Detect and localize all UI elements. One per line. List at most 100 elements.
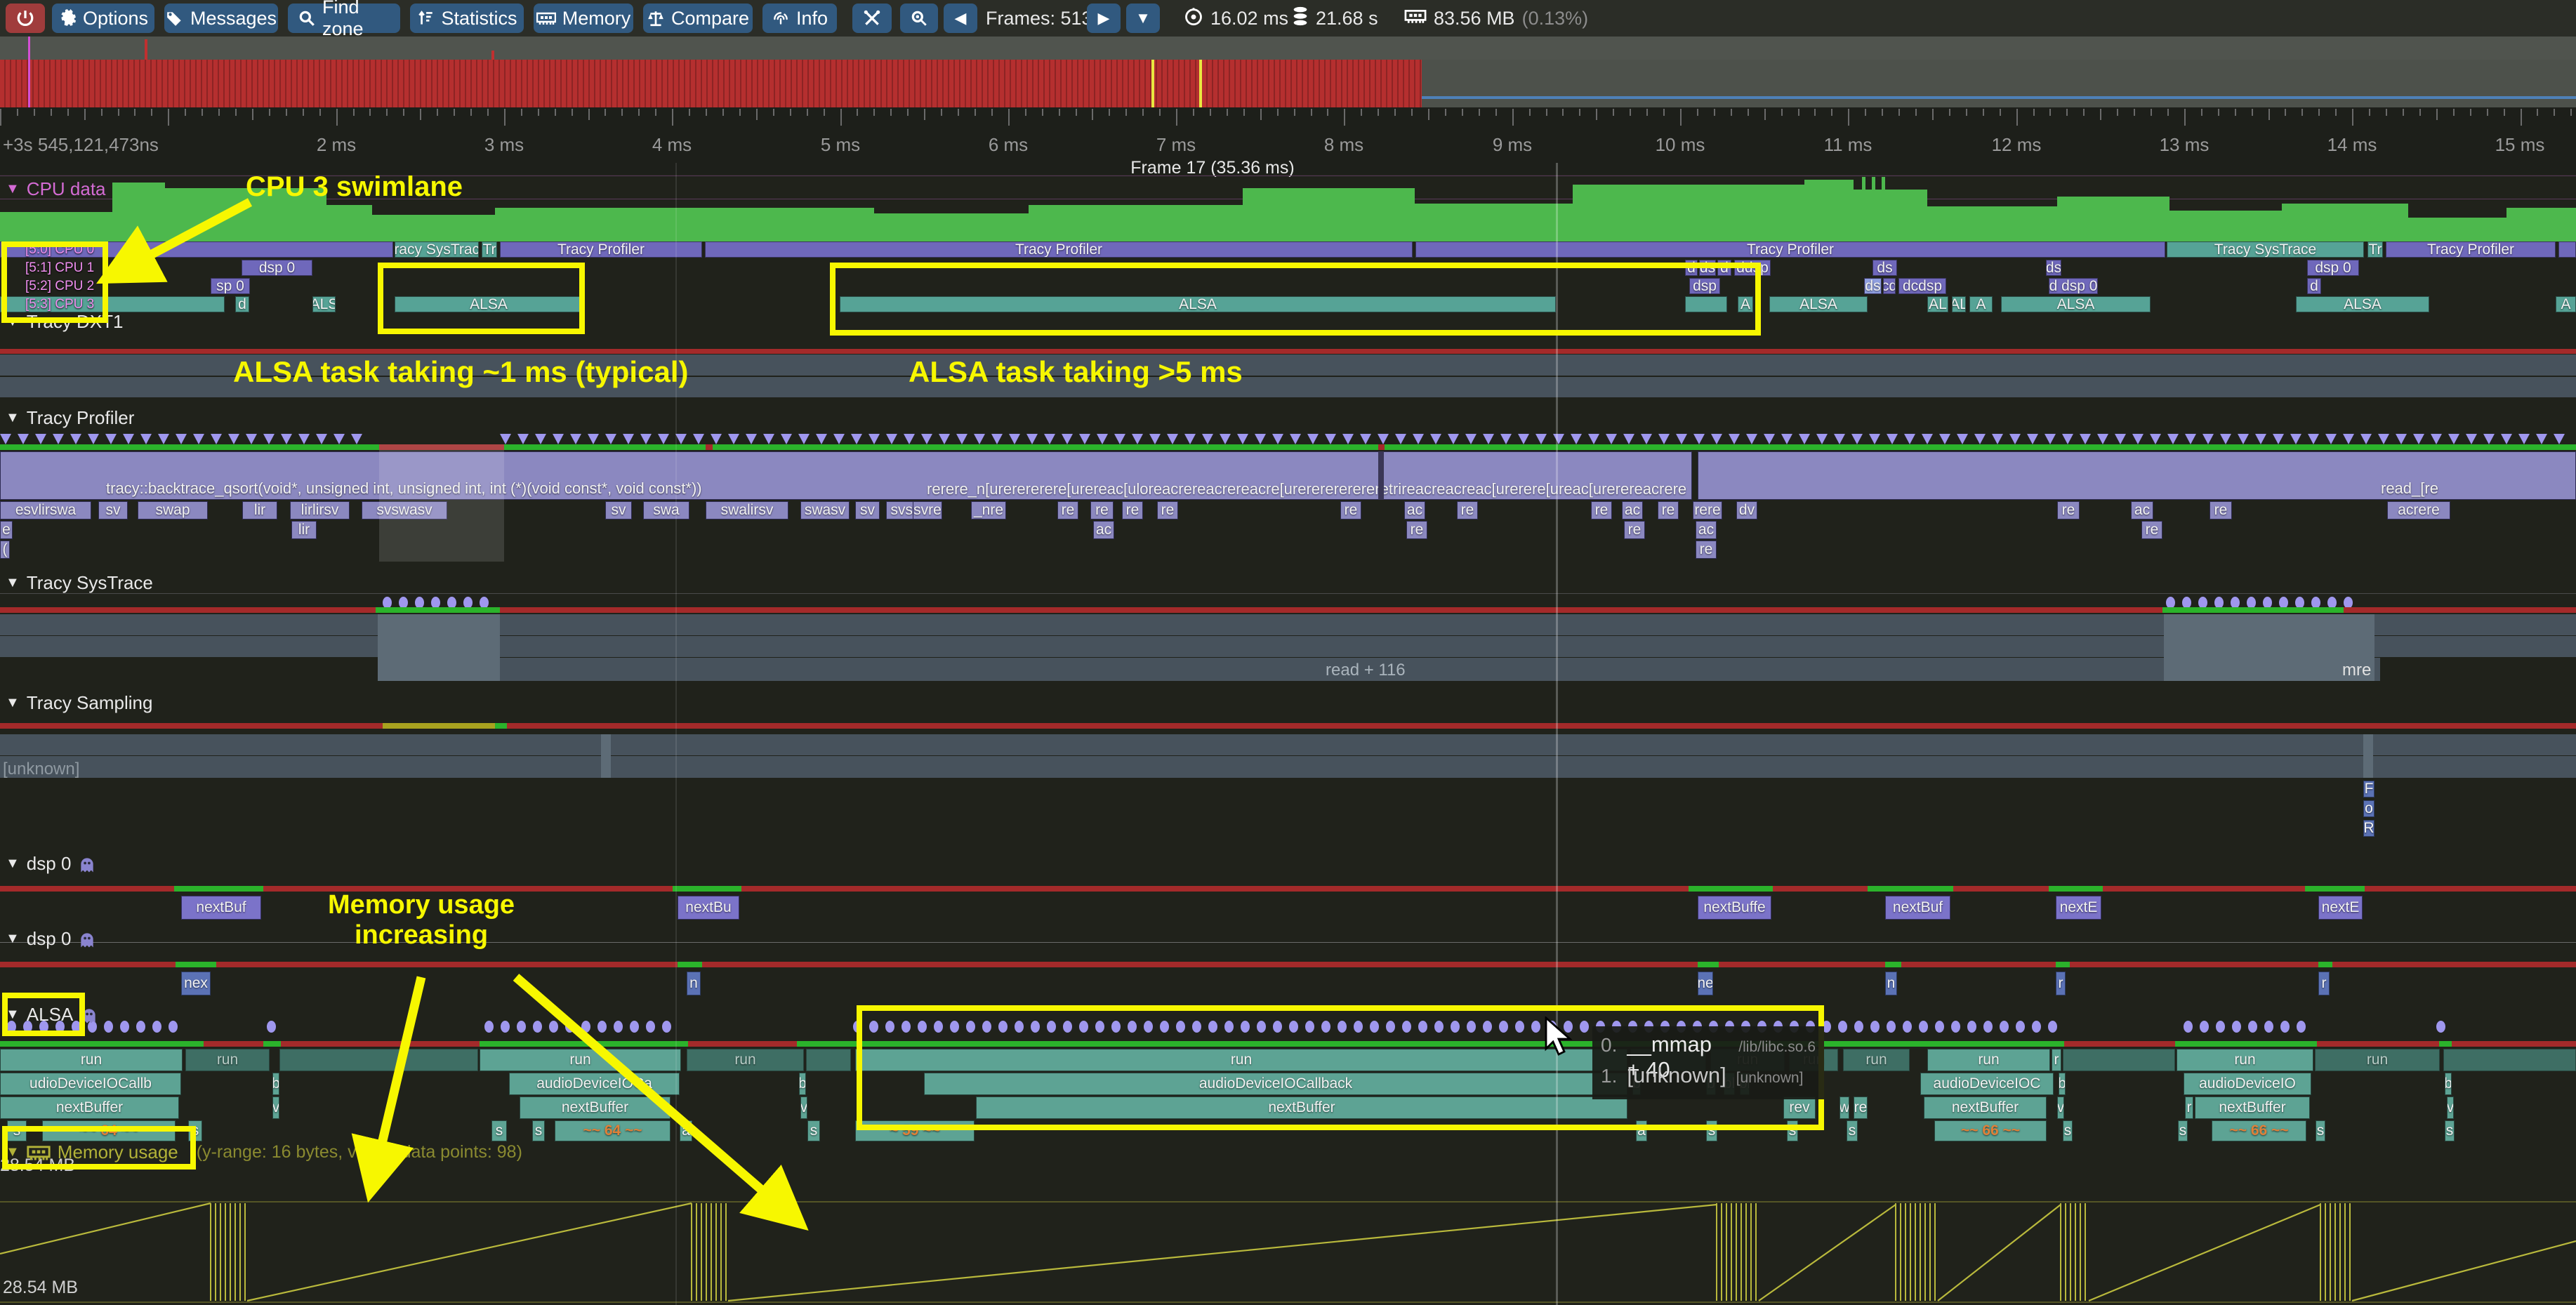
collapse-icon[interactable]: ▼ <box>6 856 20 872</box>
collapsed-zone-dot[interactable] <box>1465 434 1477 444</box>
collapsed-zone-dot[interactable] <box>1342 434 1354 444</box>
zone[interactable]: n <box>1885 972 1897 995</box>
collapsed-zone-dot[interactable] <box>2248 1021 2257 1033</box>
zone[interactable]: re <box>1406 521 1427 539</box>
zone[interactable]: Tr <box>2367 241 2383 258</box>
collapsed-zone-dot[interactable] <box>193 434 204 444</box>
info-button[interactable]: Info <box>762 4 837 33</box>
collapsed-zone-dot[interactable] <box>798 434 810 444</box>
collapsed-zone-dot[interactable] <box>535 434 546 444</box>
collapse-icon[interactable]: ▼ <box>6 410 20 426</box>
collapsed-zone-dot[interactable] <box>1799 434 1810 444</box>
collapsed-zone-dot[interactable] <box>1851 434 1863 444</box>
zone[interactable]: run <box>2315 1049 2440 1071</box>
zone[interactable]: nextBuffe <box>1698 896 1771 920</box>
collapsed-zone-dot[interactable] <box>833 434 845 444</box>
zone[interactable]: nextE <box>2318 896 2363 920</box>
collapsed-zone-dot[interactable] <box>605 434 616 444</box>
collapsed-zone-dot[interactable] <box>1957 434 1968 444</box>
collapse-icon[interactable]: ▼ <box>6 575 20 591</box>
collapsed-zone-dot[interactable] <box>781 434 792 444</box>
collapsed-zone-dot[interactable] <box>2032 1021 2041 1033</box>
zone[interactable]: v <box>800 1097 807 1119</box>
zone[interactable]: nextBuffer <box>0 1097 179 1119</box>
collapsed-zone-dot[interactable] <box>333 434 345 444</box>
zone[interactable]: n <box>687 972 701 995</box>
collapsed-zone-dot[interactable] <box>2396 434 2407 444</box>
zone[interactable]: b <box>2445 1073 2452 1095</box>
zone[interactable]: s <box>1847 1120 1858 1141</box>
collapsed-zone-dot[interactable] <box>630 1021 639 1033</box>
collapsed-zone-dot[interactable] <box>1746 434 1757 444</box>
zone[interactable]: d <box>2307 278 2321 294</box>
collapsed-zone-dot[interactable] <box>2202 434 2214 444</box>
collapsed-zone-dot[interactable] <box>2016 1021 2025 1033</box>
collapsed-zone-dot[interactable] <box>105 434 117 444</box>
collapsed-zone-dot[interactable] <box>1781 434 1792 444</box>
collapsed-zone-dot[interactable] <box>517 1021 526 1033</box>
zone[interactable] <box>279 1049 478 1071</box>
zone[interactable]: re <box>1457 501 1478 519</box>
statistics-button[interactable]: Statistics <box>410 4 524 33</box>
zone[interactable]: re <box>1591 501 1612 519</box>
collapsed-zone-dot[interactable] <box>939 434 950 444</box>
collapsed-zone-dot[interactable] <box>2343 434 2354 444</box>
collapsed-zone-dot[interactable] <box>2483 434 2495 444</box>
zone[interactable]: svre <box>913 501 942 519</box>
section-header-sampling[interactable]: ▼ Tracy Sampling <box>6 692 152 714</box>
collapsed-zone-dots[interactable] <box>0 595 2576 608</box>
collapsed-zone-dot[interactable] <box>1571 434 1582 444</box>
collapsed-zone-dot[interactable] <box>484 1021 494 1033</box>
collapsed-zone-dots[interactable] <box>0 432 2576 445</box>
zone[interactable]: d dsp 0 <box>2049 278 2098 294</box>
collapsed-zone-dot[interactable] <box>1951 1021 1960 1033</box>
collapsed-zone-dot[interactable] <box>1935 1021 1944 1033</box>
zone[interactable]: ac <box>2131 501 2153 519</box>
collapsed-zone-dot[interactable] <box>2448 434 2459 444</box>
collapsed-zone-dot[interactable] <box>1009 434 1020 444</box>
collapsed-zone-dot[interactable] <box>2220 434 2231 444</box>
collapsed-zone-dot[interactable] <box>2167 434 2179 444</box>
zone[interactable]: sv <box>98 501 128 519</box>
zone[interactable]: Tr <box>482 241 497 258</box>
zone[interactable]: a <box>680 1120 692 1141</box>
collapsed-zone-dot[interactable] <box>1903 1021 1912 1033</box>
zone[interactable]: re <box>1057 501 1078 519</box>
collapsed-zone-dot[interactable] <box>956 434 967 444</box>
collapsed-zone-dot[interactable] <box>2009 434 2021 444</box>
collapsed-zone-dot[interactable] <box>904 434 915 444</box>
collapsed-zone-dot[interactable] <box>1658 434 1670 444</box>
zone[interactable]: nextBuffer <box>520 1097 671 1119</box>
memory-button[interactable]: Memory <box>534 4 633 33</box>
collapsed-zone-dot[interactable] <box>1395 434 1406 444</box>
frame-dropdown-button[interactable]: ▼ <box>1126 4 1160 33</box>
collapsed-zone-dot[interactable] <box>35 434 46 444</box>
collapsed-zone-dot[interactable] <box>658 434 669 444</box>
zone[interactable] <box>2063 1049 2175 1071</box>
collapsed-zone-dot[interactable] <box>1220 434 1231 444</box>
collapsed-zone-dot[interactable] <box>2062 434 2073 444</box>
zone[interactable]: sv <box>605 501 632 519</box>
zone[interactable]: cd <box>1883 278 1896 294</box>
zone[interactable]: s <box>532 1120 545 1141</box>
zone[interactable]: AL <box>1927 296 1948 312</box>
collapsed-zone-dot[interactable] <box>991 434 1003 444</box>
collapsed-zone-dot[interactable] <box>1167 434 1178 444</box>
zone[interactable]: ~~ 64 ~~ <box>555 1120 671 1141</box>
collapsed-zone-dot[interactable] <box>1834 434 1845 444</box>
collapsed-zone-dot[interactable] <box>1919 1021 1928 1033</box>
collapsed-zone-dot[interactable] <box>614 1021 623 1033</box>
collapsed-zone-dot[interactable] <box>1430 434 1441 444</box>
zone[interactable]: dv <box>1736 501 1757 519</box>
zoom-search-button[interactable] <box>900 4 938 33</box>
collapsed-zone-dot[interactable] <box>886 434 897 444</box>
collapsed-zone-dot[interactable] <box>2115 434 2126 444</box>
collapsed-zone-dot[interactable] <box>211 434 222 444</box>
collapsed-zone-dot[interactable] <box>1413 434 1424 444</box>
collapsed-zone-dot[interactable] <box>1887 434 1898 444</box>
collapsed-zone-dot[interactable] <box>2216 1021 2225 1033</box>
zone[interactable]: lirlirsv <box>290 501 350 519</box>
zone[interactable] <box>806 1049 851 1071</box>
zone[interactable]: ds <box>1872 260 1897 276</box>
zone[interactable]: nex <box>181 972 211 995</box>
